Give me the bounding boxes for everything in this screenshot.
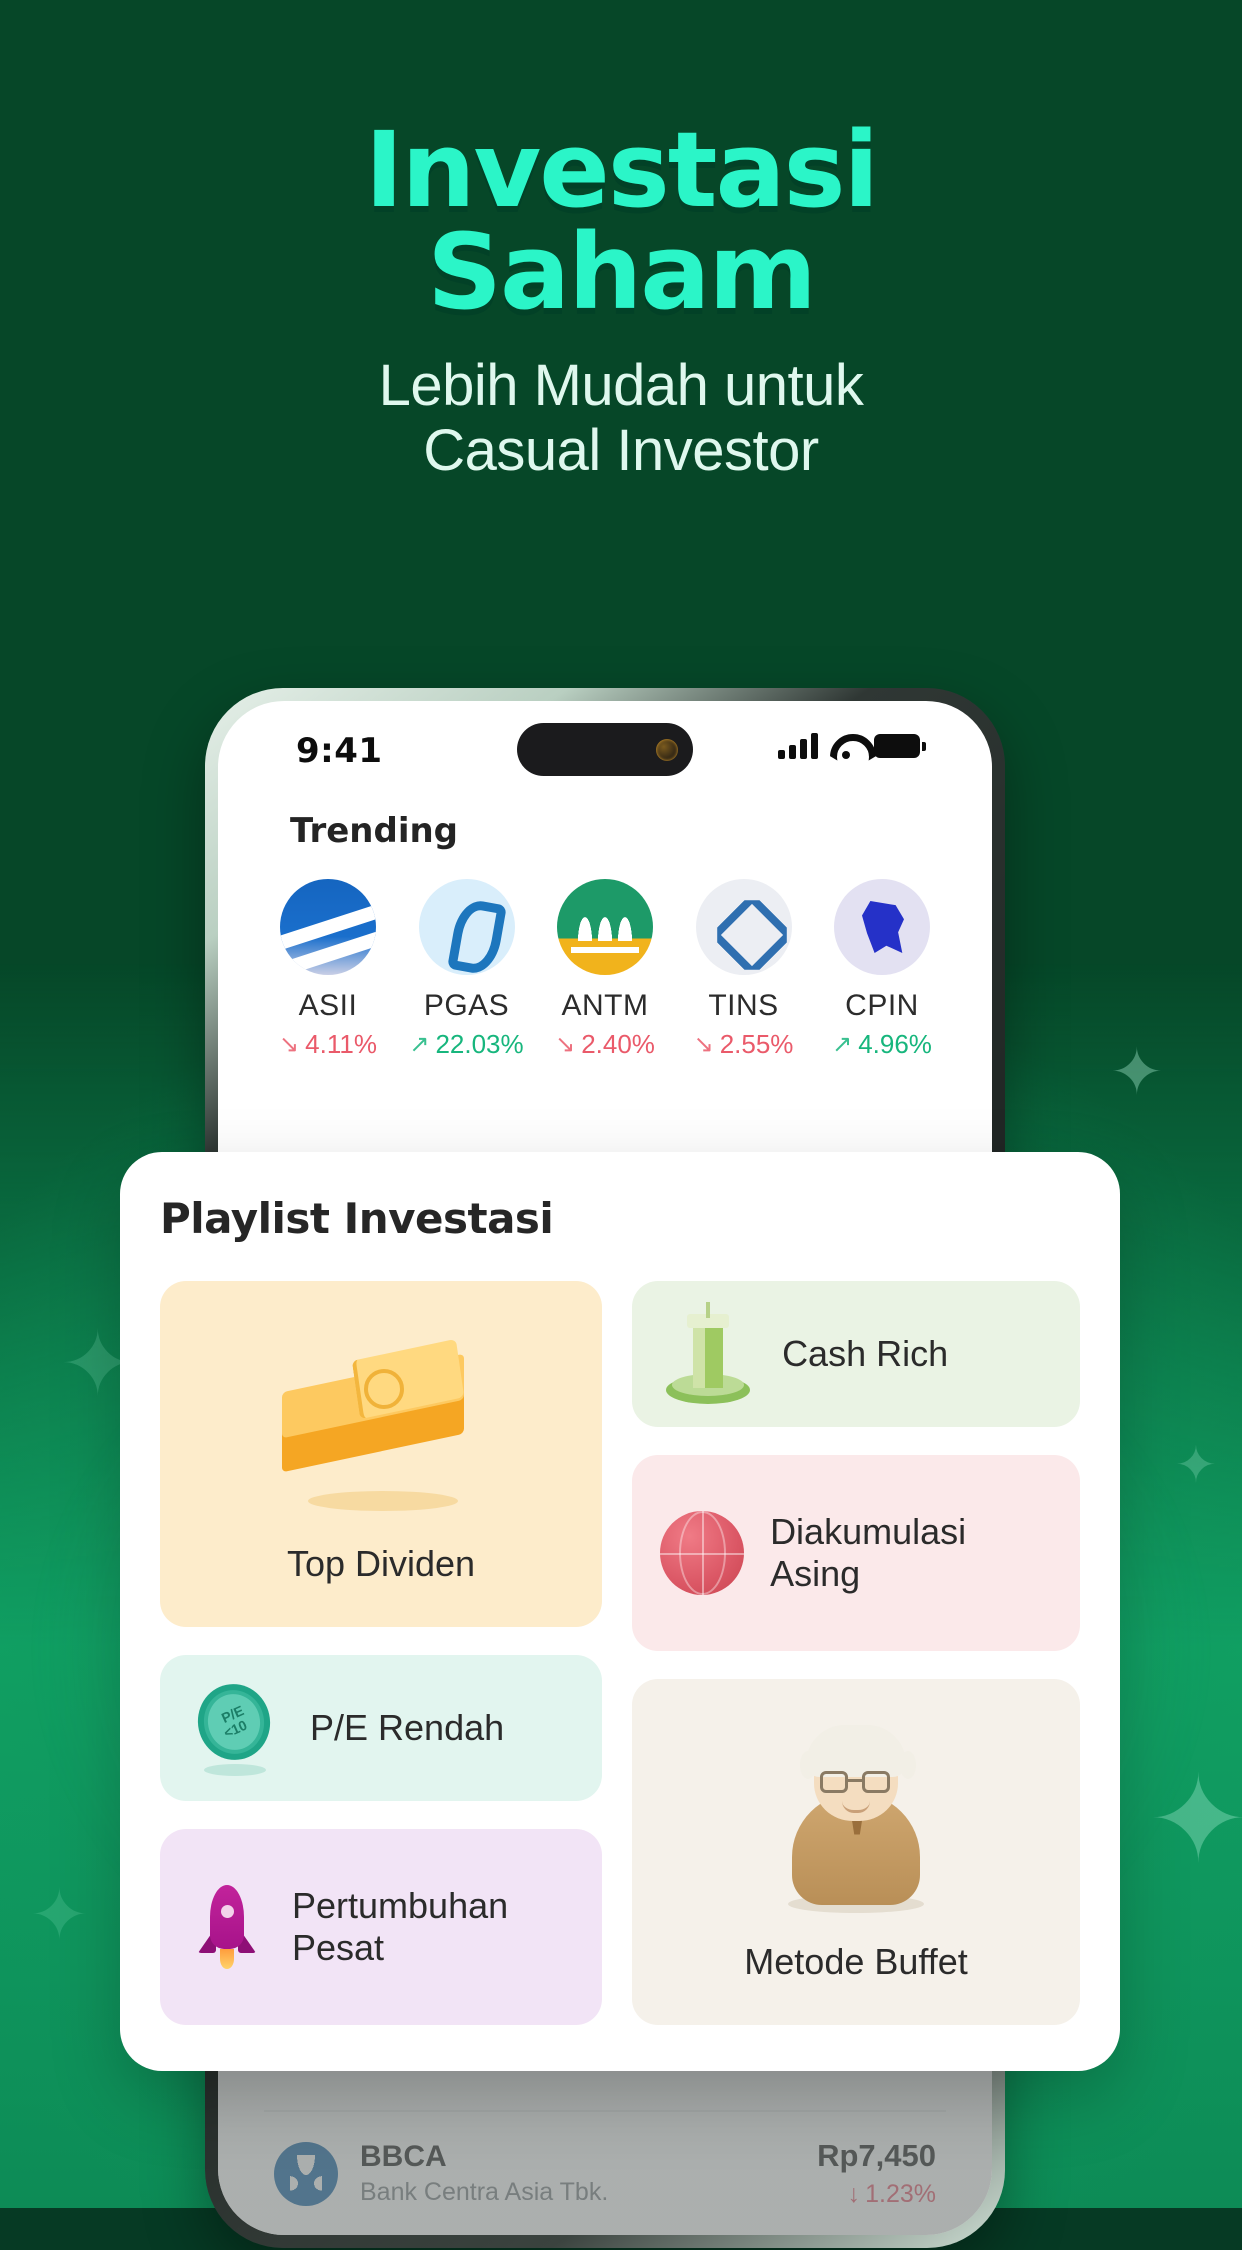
coin-icon: P/E <10	[188, 1677, 284, 1776]
arrow-down-icon: ↘	[279, 1031, 300, 1058]
arrow-down-icon: ↓	[847, 2180, 861, 2208]
playlist-tile-label: P/E Rendah	[310, 1706, 505, 1748]
bbca-logo-icon	[274, 2141, 338, 2206]
trending-item-antm[interactable]: ANTM ↘ 2.40%	[541, 879, 669, 1060]
trending-code: PGAS	[423, 989, 510, 1022]
playlist-tile-metode-buffet[interactable]: Metode Buffet	[632, 1679, 1080, 2025]
trending-change: ↘ 2.40%	[541, 1029, 669, 1060]
hero-section: Investasi Saham Lebih Mudah untuk Casual…	[0, 118, 1242, 484]
stock-row-price: Rp7,450 ↓ 1.23%	[817, 2138, 936, 2209]
playlist-grid: Top Dividen P/E <10 P/E Rendah Pertumbuh…	[160, 1281, 1080, 2025]
status-bar: 9:41	[218, 701, 992, 793]
globe-icon	[660, 1511, 745, 1595]
stock-row-info: BBCA Bank Centra Asia Tbk.	[360, 2140, 795, 2207]
front-camera-icon	[656, 738, 678, 761]
sparkle-decoration-icon: ✦	[1148, 1753, 1242, 1887]
trending-item-pgas[interactable]: PGAS ↗ 22.03%	[403, 879, 531, 1060]
sparkle-decoration-icon: ✦	[30, 1876, 89, 1954]
trending-code: TINS	[708, 989, 779, 1022]
trending-change-value: 4.11%	[305, 1029, 377, 1059]
pgas-logo-icon	[418, 879, 515, 975]
playlist-column-left: Top Dividen P/E <10 P/E Rendah Pertumbuh…	[160, 1281, 603, 2025]
trending-section-title: Trending	[290, 811, 459, 851]
playlist-tile-pertumbuhan-pesat[interactable]: Pertumbuhan Pesat	[160, 1829, 603, 2025]
hero-subtitle: Lebih Mudah untuk Casual Investor	[0, 352, 1242, 484]
hero-subtitle-line2: Casual Investor	[423, 417, 819, 483]
wifi-icon	[830, 734, 862, 759]
playlist-card: Playlist Investasi Top Dividen P/E <10 P…	[120, 1152, 1120, 2071]
trending-change: ↘ 4.11%	[264, 1029, 392, 1060]
trending-change: ↗ 22.03%	[403, 1029, 531, 1060]
arrow-down-icon: ↘	[555, 1031, 576, 1058]
playlist-tile-label: Metode Buffet	[744, 1940, 968, 1982]
trending-item-asii[interactable]: ASII ↘ 4.11%	[264, 879, 392, 1060]
trending-change-value: 2.55%	[719, 1029, 794, 1059]
playlist-column-right: Cash Rich Diakumulasi Asing Metode Buffe…	[632, 1281, 1080, 2025]
arrow-up-icon: ↗	[409, 1031, 430, 1058]
trending-change-value: 22.03%	[435, 1029, 524, 1059]
cpin-logo-icon	[834, 879, 930, 975]
trending-stock-row: ASII ↘ 4.11% PGAS ↗ 22.03% ANTM ↘ 2.40% …	[218, 851, 992, 1060]
playlist-tile-label: Cash Rich	[782, 1332, 949, 1374]
stock-name: Bank Centra Asia Tbk.	[360, 2178, 609, 2206]
dynamic-island	[517, 723, 693, 776]
antm-logo-icon	[557, 879, 653, 975]
playlist-tile-pe-rendah[interactable]: P/E <10 P/E Rendah	[160, 1655, 603, 1801]
stock-code: BBCA	[360, 2140, 447, 2173]
status-bar-indicators	[778, 733, 926, 759]
stock-list: BBCA Bank Centra Asia Tbk. Rp7,450 ↓ 1.2…	[218, 2110, 992, 2235]
trending-change: ↘ 2.55%	[680, 1029, 808, 1060]
rocket-icon	[188, 1879, 266, 1975]
stock-list-row[interactable]: BBCA Bank Centra Asia Tbk. Rp7,450 ↓ 1.2…	[264, 2110, 946, 2235]
trending-change: ↗ 4.96%	[818, 1029, 946, 1060]
playlist-tile-cash-rich[interactable]: Cash Rich	[632, 1281, 1080, 1427]
money-stack-icon	[256, 1338, 506, 1513]
battery-icon	[874, 734, 926, 758]
playlist-tile-label: Top Dividen	[286, 1542, 476, 1584]
playlist-tile-label: Pertumbuhan Pesat	[292, 1884, 509, 1968]
sparkle-decoration-icon: ✦	[1110, 1036, 1164, 1108]
trending-change-value: 2.40%	[581, 1029, 655, 1059]
building-icon	[660, 1302, 756, 1406]
playlist-tile-label: Diakumulasi Asing	[770, 1510, 967, 1594]
trending-item-cpin[interactable]: CPIN ↗ 4.96%	[818, 879, 946, 1060]
cellular-bars-icon	[778, 733, 818, 759]
trending-code: ASII	[298, 989, 358, 1022]
arrow-up-icon: ↗	[832, 1031, 853, 1058]
trending-code: CPIN	[845, 989, 919, 1022]
investor-icon	[758, 1709, 954, 1915]
playlist-title: Playlist Investasi	[160, 1194, 554, 1243]
sparkle-decoration-icon: ✦	[1175, 1437, 1217, 1493]
status-bar-time: 9:41	[296, 731, 383, 771]
stock-change: ↓ 1.23%	[817, 2180, 936, 2209]
hero-headline-line2: Saham	[427, 210, 817, 333]
stock-price: Rp7,450	[817, 2138, 936, 2173]
playlist-tile-diakumulasi-asing[interactable]: Diakumulasi Asing	[632, 1455, 1080, 1651]
asii-logo-icon	[280, 879, 376, 975]
hero-headline: Investasi Saham	[0, 118, 1242, 333]
hero-subtitle-line1: Lebih Mudah untuk	[378, 352, 864, 418]
stock-change-value: 1.23%	[865, 2180, 936, 2208]
arrow-down-icon: ↘	[693, 1031, 714, 1058]
trending-code: ANTM	[561, 989, 649, 1022]
playlist-tile-top-dividen[interactable]: Top Dividen	[160, 1281, 603, 1627]
trending-item-tins[interactable]: TINS ↘ 2.55%	[680, 879, 808, 1060]
trending-change-value: 4.96%	[858, 1029, 932, 1059]
tins-logo-icon	[695, 879, 792, 975]
